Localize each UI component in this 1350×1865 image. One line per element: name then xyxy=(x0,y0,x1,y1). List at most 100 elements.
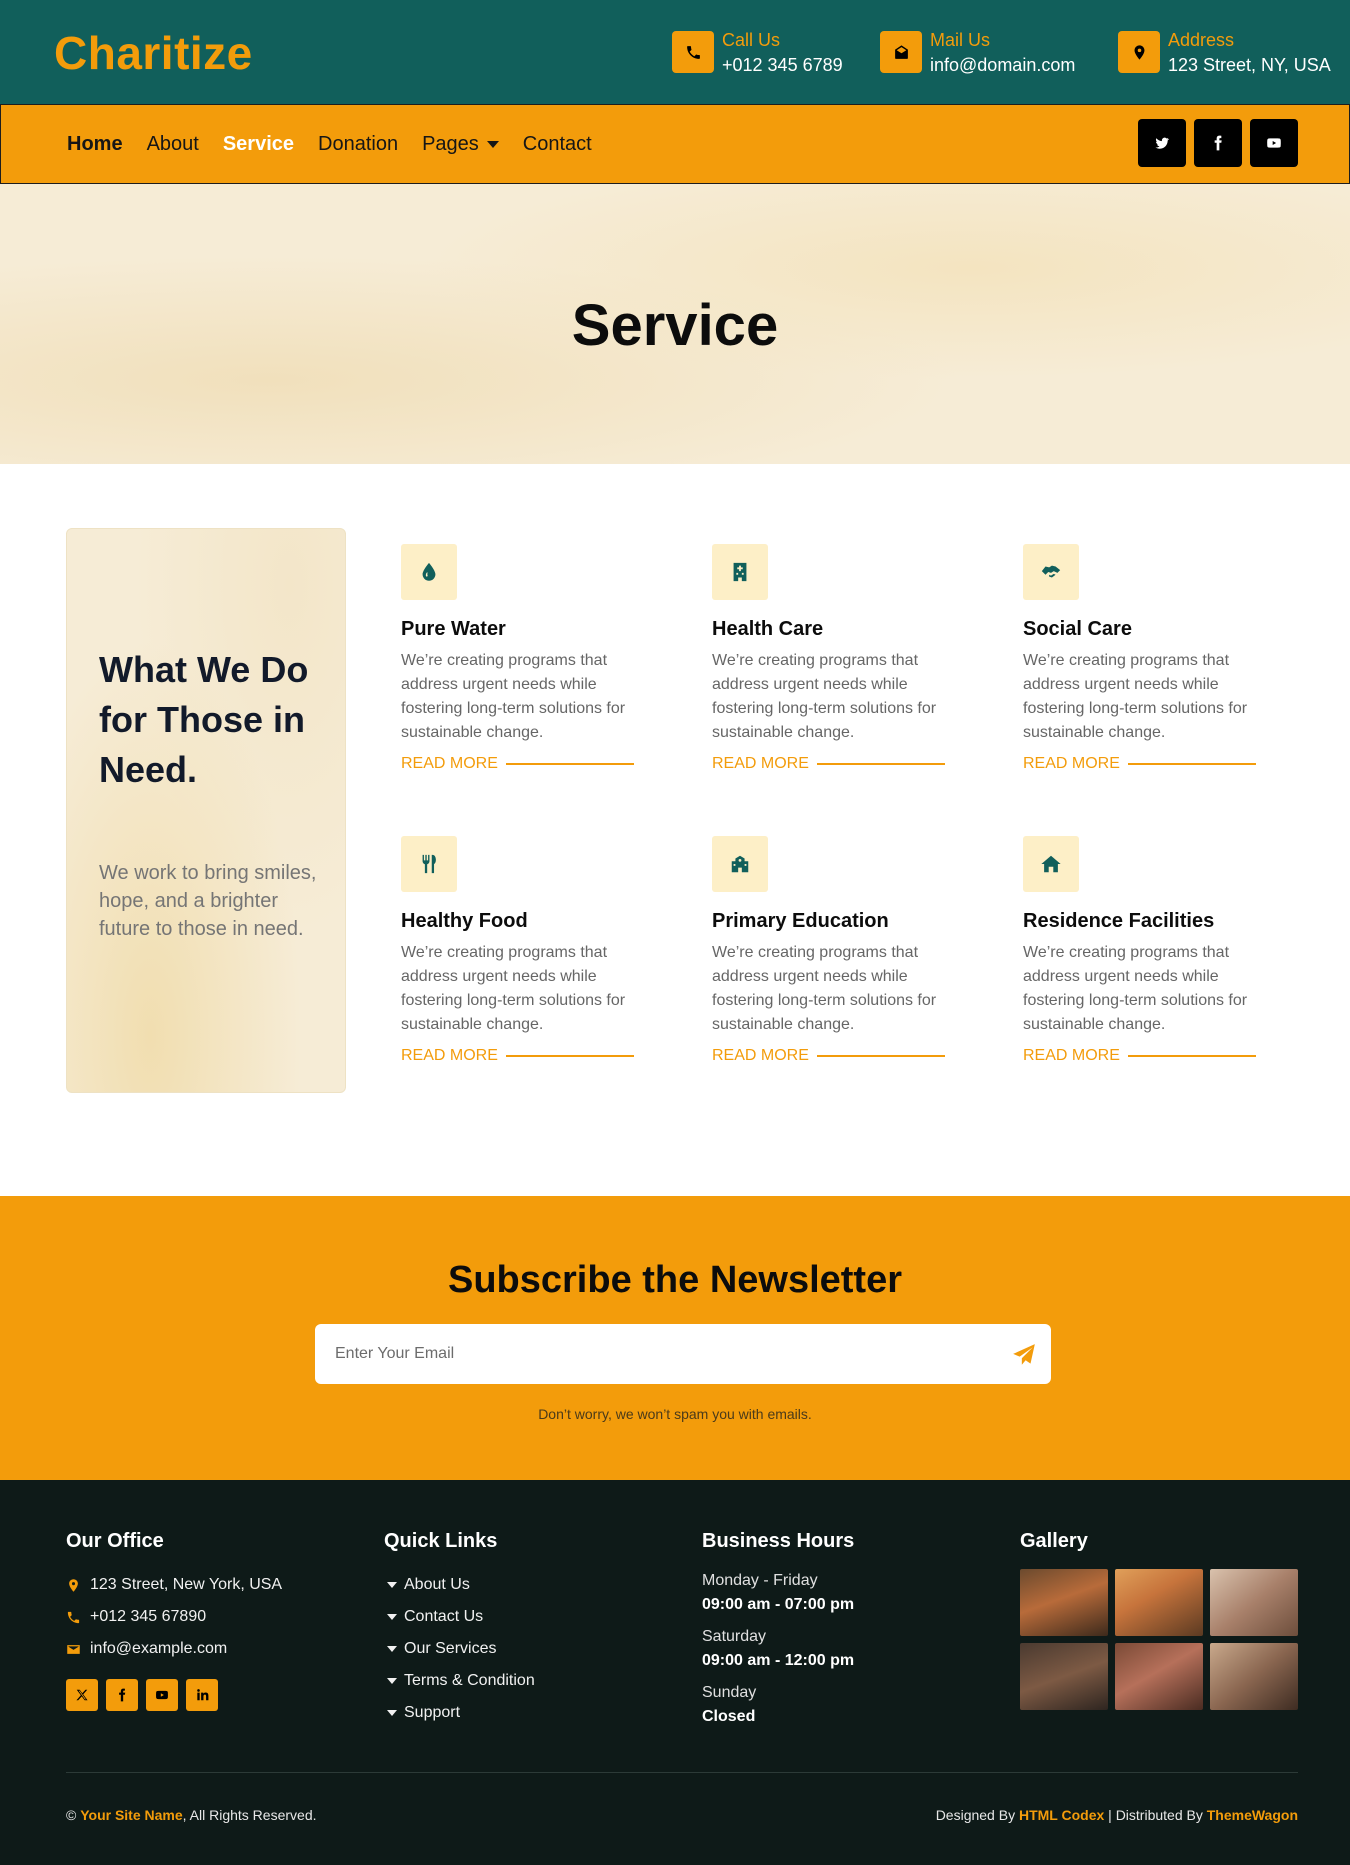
footer-link-contact[interactable]: Contact Us xyxy=(384,1601,535,1633)
header-social-links xyxy=(1130,119,1298,167)
gallery-image[interactable] xyxy=(1115,1569,1203,1636)
service-title: Health Care xyxy=(712,618,824,640)
footer-email[interactable]: info@example.com xyxy=(66,1633,282,1665)
newsletter-email-input[interactable] xyxy=(335,1324,975,1384)
nav-pages-label: Pages xyxy=(422,132,479,155)
service-description: We’re creating programs that address urg… xyxy=(1023,944,1248,1033)
envelope-icon xyxy=(67,1644,80,1654)
gallery-image[interactable] xyxy=(1020,1569,1108,1636)
footer-quick-links: Quick Links About Us Contact Us Our Serv… xyxy=(384,1530,535,1729)
read-more-label: READ MORE xyxy=(401,1047,498,1064)
footer-link-services[interactable]: Our Services xyxy=(384,1633,535,1665)
map-marker-icon xyxy=(1118,31,1160,73)
gallery-image[interactable] xyxy=(1210,1643,1298,1710)
newsletter-form xyxy=(315,1324,1051,1384)
services-intro-text: We work to bring smiles, hope, and a bri… xyxy=(99,862,317,940)
envelope-open-icon xyxy=(880,31,922,73)
read-more-label: READ MORE xyxy=(1023,1047,1120,1064)
gallery-grid xyxy=(1020,1569,1298,1710)
gallery-image[interactable] xyxy=(1115,1643,1203,1710)
service-description: We’re creating programs that address urg… xyxy=(712,652,937,741)
nav-donation[interactable]: Donation xyxy=(318,133,398,156)
nav-service[interactable]: Service xyxy=(223,133,294,156)
footer-link-label: Contact Us xyxy=(404,1608,484,1625)
hours-day: Saturday xyxy=(702,1628,767,1645)
read-more-link[interactable]: READ MORE xyxy=(401,1047,651,1065)
phone-icon xyxy=(672,31,714,73)
footer-link-about[interactable]: About Us xyxy=(384,1569,535,1601)
distributed-by-text: | Distributed By xyxy=(1108,1807,1203,1823)
footer-link-terms[interactable]: Terms & Condition xyxy=(384,1665,535,1697)
service-card-primary-education: Primary Education We’re creating program… xyxy=(712,836,962,1065)
youtube-icon[interactable] xyxy=(1250,119,1298,167)
gallery-image[interactable] xyxy=(1020,1643,1108,1710)
call-us-block[interactable]: Call Us +012 345 6789 xyxy=(672,31,843,75)
nav-home[interactable]: Home xyxy=(67,133,123,156)
footer-hours-heading: Business Hours xyxy=(702,1530,855,1552)
footer-phone[interactable]: +012 345 67890 xyxy=(66,1601,282,1633)
services-intro-title: What We Do for Those in Need. xyxy=(99,649,309,790)
caret-down-icon xyxy=(387,1614,397,1620)
gallery-image[interactable] xyxy=(1210,1569,1298,1636)
address-block[interactable]: Address 123 Street, NY, USA xyxy=(1118,31,1331,75)
newsletter-title: Subscribe the Newsletter xyxy=(447,1259,903,1301)
footer-office-heading: Our Office xyxy=(66,1530,164,1552)
service-title: Social Care xyxy=(1023,618,1132,640)
x-twitter-icon[interactable] xyxy=(66,1679,98,1711)
service-card-residence-facilities: Residence Facilities We’re creating prog… xyxy=(1023,836,1273,1065)
mail-us-label: Mail Us xyxy=(930,30,991,50)
site-name-link[interactable]: Your Site Name xyxy=(80,1807,182,1823)
call-us-value: +012 345 6789 xyxy=(722,55,843,75)
facebook-icon[interactable] xyxy=(106,1679,138,1711)
linkedin-icon[interactable] xyxy=(186,1679,218,1711)
read-more-link[interactable]: READ MORE xyxy=(712,1047,962,1065)
read-more-underline xyxy=(816,763,945,765)
distributor-link[interactable]: ThemeWagon xyxy=(1207,1807,1298,1823)
footer-gallery-heading: Gallery xyxy=(1020,1530,1088,1552)
read-more-link[interactable]: READ MORE xyxy=(1023,755,1273,773)
read-more-label: READ MORE xyxy=(401,755,498,772)
caret-down-icon xyxy=(387,1678,397,1684)
nav-about[interactable]: About xyxy=(147,133,199,156)
page-title: Service xyxy=(571,293,779,358)
footer-address-text: 123 Street, New York, USA xyxy=(90,1576,283,1593)
site-footer: Our Office 123 Street, New York, USA +01… xyxy=(0,1480,1350,1865)
footer-phone-text: +012 345 67890 xyxy=(90,1608,207,1625)
service-card-health-care: Health Care We’re creating programs that… xyxy=(712,544,962,773)
nav-pages-dropdown[interactable]: Pages xyxy=(422,133,499,156)
twitter-icon[interactable] xyxy=(1138,119,1186,167)
read-more-link[interactable]: READ MORE xyxy=(712,755,962,773)
call-us-label: Call Us xyxy=(722,30,781,50)
copyright-symbol: © xyxy=(66,1807,77,1823)
footer-office: Our Office 123 Street, New York, USA +01… xyxy=(66,1530,282,1711)
main-navbar: Home About Service Donation Pages Contac… xyxy=(0,104,1350,184)
caret-down-icon xyxy=(387,1582,397,1588)
footer-links-heading: Quick Links xyxy=(384,1530,498,1552)
designer-link[interactable]: HTML Codex xyxy=(1019,1807,1104,1823)
service-card-healthy-food: Healthy Food We’re creating programs tha… xyxy=(401,836,651,1065)
read-more-link[interactable]: READ MORE xyxy=(401,755,651,773)
caret-down-icon xyxy=(486,140,499,148)
read-more-label: READ MORE xyxy=(712,755,809,772)
hours-time: Closed xyxy=(702,1708,756,1725)
paper-plane-icon[interactable] xyxy=(1011,1342,1037,1368)
page-hero: Service xyxy=(0,184,1350,464)
home-icon xyxy=(1023,836,1079,892)
read-more-underline xyxy=(505,763,634,765)
read-more-underline xyxy=(816,1055,945,1057)
service-card-social-care: Social Care We’re creating programs that… xyxy=(1023,544,1273,773)
facebook-icon[interactable] xyxy=(1194,119,1242,167)
newsletter-section: Subscribe the Newsletter Don’t worry, we… xyxy=(0,1196,1350,1480)
caret-down-icon xyxy=(387,1646,397,1652)
footer-link-label: Our Services xyxy=(404,1640,497,1657)
brand-logo[interactable]: Charitize xyxy=(54,26,253,80)
service-card-pure-water: Pure Water We’re creating programs that … xyxy=(401,544,651,773)
youtube-icon[interactable] xyxy=(146,1679,178,1711)
footer-link-support[interactable]: Support xyxy=(384,1697,535,1729)
mail-us-block[interactable]: Mail Us info@domain.com xyxy=(880,31,1075,75)
service-description: We’re creating programs that address urg… xyxy=(401,652,626,741)
nav-contact[interactable]: Contact xyxy=(523,133,592,156)
footer-link-label: Terms & Condition xyxy=(404,1672,535,1689)
read-more-link[interactable]: READ MORE xyxy=(1023,1047,1273,1065)
read-more-underline xyxy=(1127,1055,1256,1057)
